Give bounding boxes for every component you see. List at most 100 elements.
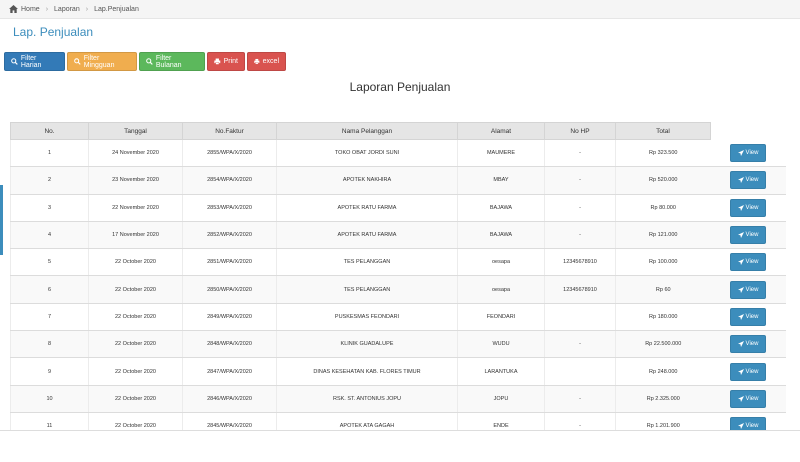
column-header-nama-pelanggan: Nama Pelanggan: [276, 122, 458, 140]
view-button[interactable]: View: [730, 198, 766, 217]
table-row: 9 22 October 2020 2847/WPA/X/2020 DINAS KES…: [10, 357, 786, 386]
cell-tanggal: 22 October 2020: [88, 275, 183, 304]
breadcrumb: Home › Laporan › Lap.Penjualan: [0, 0, 800, 19]
view-button-label: View: [745, 423, 759, 430]
cell-alamat: BAJAWA: [457, 221, 545, 250]
cell-no-hp: [544, 303, 616, 332]
view-button[interactable]: View: [730, 171, 766, 190]
table-row: 3 22 November 2020 2853/WPA/X/2020 APOTEK R…: [10, 194, 786, 222]
send-icon: [737, 423, 744, 430]
table-row: 5 22 October 2020 2851/WPA/X/2020 TES PELAN…: [10, 248, 786, 277]
cell-alamat: WUDU: [457, 330, 545, 359]
send-icon: [737, 232, 744, 239]
filter-mingguan-label: Filter Mingguan: [83, 54, 115, 69]
view-button[interactable]: View: [730, 143, 766, 162]
cell-tanggal: 22 October 2020: [88, 248, 183, 277]
column-header-no-hp: No HP: [544, 122, 616, 140]
cell-total: Rp 121.000: [615, 221, 711, 250]
filter-harian-button[interactable]: Filter Harian: [4, 52, 65, 71]
cell-no-faktur: 2851/WPA/X/2020: [182, 248, 277, 277]
filter-bulanan-button[interactable]: Filter Bulanan: [139, 52, 205, 71]
cell-alamat: oesapa: [457, 275, 545, 304]
filter-harian-label: Filter Harian: [20, 54, 42, 69]
send-icon: [737, 259, 744, 266]
view-button[interactable]: View: [730, 226, 766, 245]
column-header-total: Total: [615, 122, 711, 140]
view-button[interactable]: View: [730, 307, 766, 326]
cell-alamat: oesapa: [457, 248, 545, 277]
cell-action: View: [710, 357, 786, 386]
cell-total: Rp 100.000: [615, 248, 711, 277]
view-button[interactable]: View: [730, 389, 766, 408]
cell-nama-pelanggan: TES PELANGGAN: [276, 275, 458, 304]
cell-nama-pelanggan: APOTEK NAKHIRA: [276, 166, 458, 195]
view-button-label: View: [745, 149, 759, 156]
cell-action: View: [710, 275, 786, 304]
column-header-tanggal: Tanggal: [88, 122, 183, 140]
cell-no-hp: -: [544, 194, 616, 222]
print-icon: [214, 58, 221, 65]
view-button[interactable]: View: [730, 335, 766, 354]
column-header-no-faktur: No.Faktur: [182, 122, 277, 140]
send-icon: [737, 204, 744, 211]
cell-no-faktur: 2850/WPA/X/2020: [182, 275, 277, 304]
filter-mingguan-button[interactable]: Filter Mingguan: [67, 52, 137, 71]
table-row: 10 22 October 2020 2846/WPA/X/2020 RSK. ST.…: [10, 385, 786, 413]
cell-nama-pelanggan: RSK. ST. ANTONIUS JOPU: [276, 385, 458, 413]
cell-alamat: JOPU: [457, 385, 545, 413]
cell-no-faktur: 2849/WPA/X/2020: [182, 303, 277, 332]
table-row: 4 17 November 2020 2852/WPA/X/2020 APOTEK R…: [10, 221, 786, 250]
cell-total: Rp 323.500: [615, 139, 711, 168]
filter-bulanan-label: Filter Bulanan: [155, 54, 182, 69]
search-icon: [11, 58, 18, 65]
cell-total: Rp 248.000: [615, 357, 711, 386]
cell-no: 7: [10, 303, 89, 332]
cell-action: View: [710, 303, 786, 332]
cell-alamat: MAUMERE: [457, 139, 545, 168]
cell-no-hp: -: [544, 221, 616, 250]
cell-total: Rp 2.325.000: [615, 385, 711, 413]
send-icon: [737, 341, 744, 348]
view-button-label: View: [745, 232, 759, 239]
cell-alamat: BAJAWA: [457, 194, 545, 222]
view-button-label: View: [745, 313, 759, 320]
cell-nama-pelanggan: TOKO OBAT JORDI SUNI: [276, 139, 458, 168]
cell-no-faktur: 2853/WPA/X/2020: [182, 194, 277, 222]
cell-no-faktur: 2848/WPA/X/2020: [182, 330, 277, 359]
view-button[interactable]: View: [730, 280, 766, 299]
cell-no-faktur: 2847/WPA/X/2020: [182, 357, 277, 386]
cell-no: 6: [10, 275, 89, 304]
view-button-label: View: [745, 368, 759, 375]
cell-no: 10: [10, 385, 89, 413]
cell-nama-pelanggan: TES PELANGGAN: [276, 248, 458, 277]
cell-action: View: [710, 330, 786, 359]
breadcrumb-laporan[interactable]: Laporan: [54, 6, 80, 13]
cell-no: 2: [10, 166, 89, 195]
excel-button[interactable]: excel: [247, 52, 286, 71]
cell-no: 8: [10, 330, 89, 359]
page-footer-area: [0, 431, 800, 462]
cell-tanggal: 17 November 2020: [88, 221, 183, 250]
cell-total: Rp 60: [615, 275, 711, 304]
view-button-label: View: [745, 177, 759, 184]
view-button-label: View: [745, 286, 759, 293]
sales-table: No. Tanggal No.Faktur Nama Pelanggan Ala…: [10, 122, 786, 441]
view-button-label: View: [745, 395, 759, 402]
cell-no: 5: [10, 248, 89, 277]
cell-no-hp: [544, 357, 616, 386]
cell-tanggal: 22 October 2020: [88, 303, 183, 332]
view-button[interactable]: View: [730, 362, 766, 381]
view-button[interactable]: View: [730, 253, 766, 272]
print-button[interactable]: Print: [207, 52, 245, 71]
cell-total: Rp 80.000: [615, 194, 711, 222]
breadcrumb-home[interactable]: Home: [21, 6, 40, 13]
table-row: 2 23 November 2020 2854/WPA/X/2020 APOTEK N…: [10, 166, 786, 195]
send-icon: [737, 286, 744, 293]
print-icon: [254, 58, 260, 65]
column-header-alamat: Alamat: [457, 122, 545, 140]
cell-nama-pelanggan: APOTEK RATU FARMA: [276, 221, 458, 250]
table-row: 6 22 October 2020 2850/WPA/X/2020 TES PELAN…: [10, 275, 786, 304]
cell-no-faktur: 2854/WPA/X/2020: [182, 166, 277, 195]
search-icon: [146, 58, 153, 65]
cell-tanggal: 22 October 2020: [88, 385, 183, 413]
